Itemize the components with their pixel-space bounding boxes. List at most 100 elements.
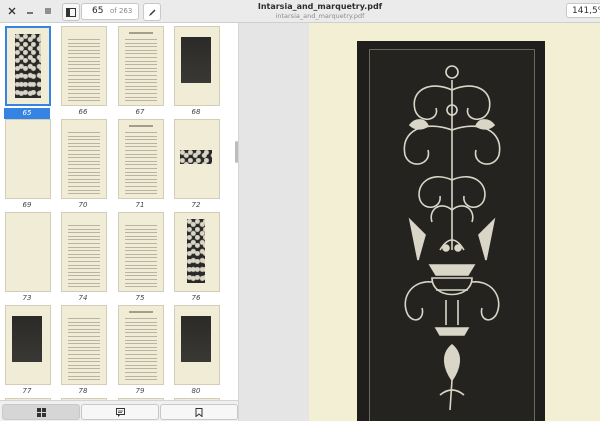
thumbnail-text-line <box>68 232 100 234</box>
thumbnail-text-line <box>68 64 100 66</box>
bookmarks-tab[interactable] <box>160 404 238 420</box>
page-thumbnail[interactable] <box>61 212 107 292</box>
thumbnail-text-line <box>125 178 157 180</box>
page-thumbnail[interactable] <box>5 212 51 292</box>
page-thumbnail[interactable] <box>5 119 51 199</box>
page-current[interactable]: 65 <box>92 6 103 16</box>
page-thumbnail[interactable] <box>118 119 164 199</box>
page-number-label: 69 <box>22 201 32 209</box>
thumbnail-text-line <box>125 282 157 284</box>
thumbnail-text-line <box>125 46 157 48</box>
menu-icon[interactable] <box>40 3 56 19</box>
page-thumbnail[interactable] <box>118 305 164 385</box>
thumbnail-text-line <box>125 275 157 277</box>
page-thumbnail[interactable] <box>174 119 220 199</box>
thumbnail-text-line <box>125 153 157 155</box>
page-thumbnail[interactable] <box>174 305 220 385</box>
thumbnail-text-line <box>125 235 157 237</box>
page-thumbnail[interactable] <box>5 305 51 385</box>
thumbnail-text-line <box>68 354 100 355</box>
page-thumbnail[interactable] <box>174 212 220 292</box>
thumbnail-text-line <box>125 49 157 51</box>
document-viewer[interactable] <box>239 23 600 421</box>
thumbnail-text-line <box>68 82 100 84</box>
annotations-tab[interactable] <box>81 404 159 420</box>
thumbnail-text-line <box>68 264 100 266</box>
sidebar-toggle-icon[interactable] <box>62 3 80 21</box>
thumbnail-text-line <box>125 142 157 144</box>
thumbnail-text-line <box>125 250 157 252</box>
thumbnail-text-line <box>125 339 157 341</box>
thumbnail-text-line <box>68 253 100 255</box>
page-number-label: 77 <box>22 387 32 395</box>
thumbnail-text-line <box>125 264 157 266</box>
thumbnail-text-line <box>125 175 157 177</box>
zoom-level-field[interactable]: 141,5% <box>566 3 600 18</box>
thumbnail-text-line <box>68 379 100 381</box>
page-thumbnail[interactable] <box>118 26 164 106</box>
thumbnail-text-line <box>125 64 157 66</box>
thumbnail-text-line <box>68 53 100 55</box>
page-total: of 263 <box>110 7 133 15</box>
intarsia-ornament-illustration <box>403 65 501 411</box>
thumbnail-heading <box>129 32 153 34</box>
thumbnail-text-line <box>125 157 157 159</box>
page-thumbnail[interactable] <box>174 26 220 106</box>
page-number-field[interactable]: 65 of 263 <box>81 3 139 20</box>
thumbnail-text-line <box>125 135 157 137</box>
thumbnail-text-line <box>125 239 157 241</box>
thumbnail-text-line <box>125 343 157 345</box>
page-thumbnail[interactable] <box>5 26 51 106</box>
thumbnail-text-line <box>68 239 100 241</box>
close-icon[interactable] <box>4 3 20 19</box>
thumbnail-text-line <box>68 142 100 144</box>
page-thumbnail[interactable] <box>61 119 107 199</box>
thumbnail-text-line <box>125 325 157 327</box>
page-thumbnail[interactable] <box>118 212 164 292</box>
pencil-icon[interactable] <box>143 3 161 21</box>
document-subtitle: intarsia_and_marquetry.pdf <box>275 12 365 20</box>
thumbnail-text-line <box>68 282 100 284</box>
thumbnail-text-line <box>125 268 157 270</box>
thumbnail-text-line <box>68 343 100 345</box>
thumbnail-text-line <box>125 89 157 91</box>
page-thumbnail[interactable] <box>61 305 107 385</box>
thumbnail-text-line <box>125 100 157 102</box>
document-title: Intarsia_and_marquetry.pdf <box>257 2 383 11</box>
thumbnails-tab[interactable] <box>2 404 80 420</box>
thumbnail-text-line <box>68 157 100 159</box>
thumbnail-text-line <box>68 171 100 173</box>
thumbnail-text-line <box>68 135 100 137</box>
thumbnail-text-line <box>125 60 157 62</box>
page-number-label: 70 <box>78 201 88 209</box>
thumbnail-text-line <box>125 279 157 280</box>
thumbnail-text-line <box>125 357 157 359</box>
thumbnail-text-line <box>68 346 100 348</box>
thumbnail-text-line <box>68 182 100 184</box>
thumbnail-text-line <box>125 232 157 234</box>
annotations-icon <box>115 407 125 417</box>
thumbnail-text-line <box>68 332 100 334</box>
thumbnail-text-line <box>125 354 157 355</box>
thumbnail-text-line <box>68 89 100 91</box>
thumbnail-text-line <box>125 350 157 352</box>
page-thumbnail[interactable] <box>61 26 107 106</box>
sidebar-scrollbar[interactable] <box>235 141 238 163</box>
thumbnail-text-line <box>125 379 157 381</box>
minimize-icon[interactable] <box>22 3 38 19</box>
thumbnail-text-line <box>125 132 157 133</box>
thumbnail-text-line <box>68 189 100 191</box>
page-number-label: 66 <box>78 108 88 116</box>
thumbnail-text-line <box>68 261 100 262</box>
thumbnail-plate-image <box>180 150 212 164</box>
page-number-label: 71 <box>135 201 145 209</box>
thumbnail-heading <box>129 125 153 127</box>
thumbnail-text-line <box>68 139 100 141</box>
thumbnail-text-line <box>125 375 157 377</box>
page-number-label: 75 <box>135 294 145 302</box>
thumbnail-text-line <box>68 275 100 277</box>
thumbnail-text-line <box>125 139 157 141</box>
header-bar: 65 of 263 Intarsia_and_marquetry.pdf int… <box>0 0 600 23</box>
thumbnail-text-line <box>125 257 157 259</box>
thumbnail-text-line <box>68 361 100 363</box>
